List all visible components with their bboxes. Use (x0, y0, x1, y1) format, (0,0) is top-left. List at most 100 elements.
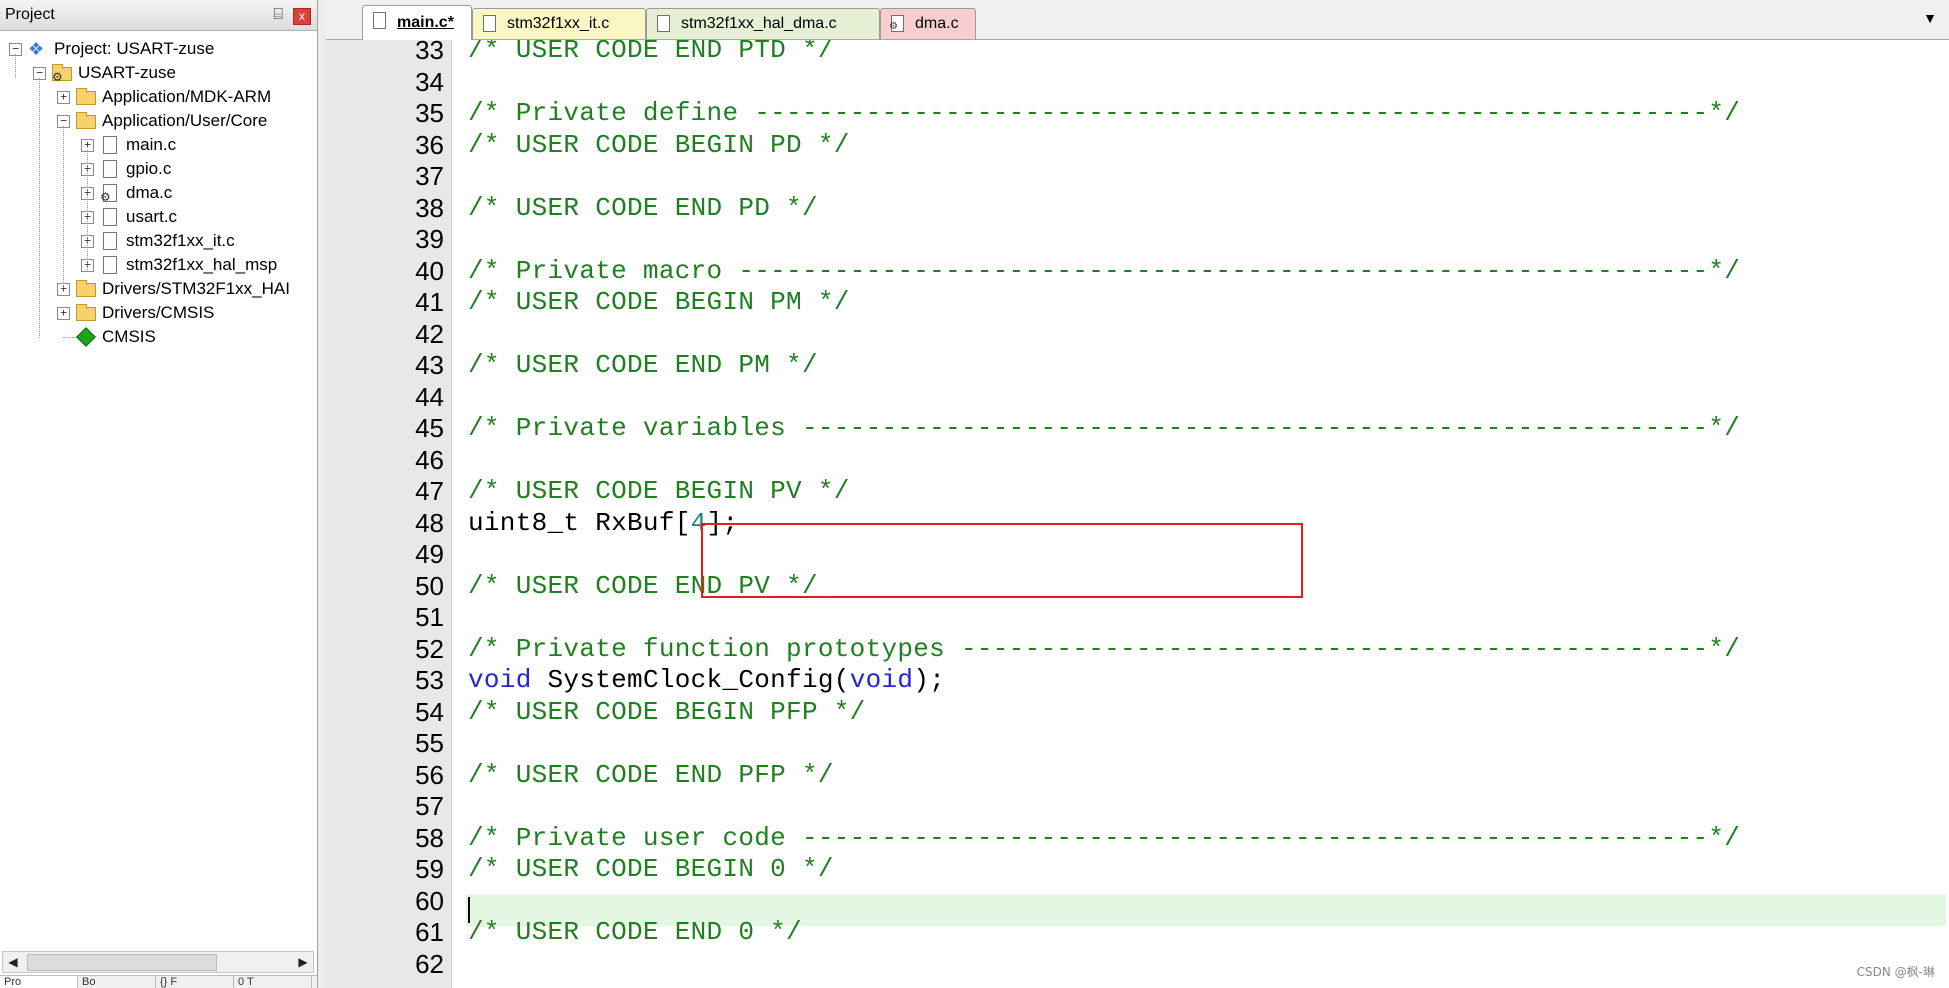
code-text: uint8_t RxBuf[4]; (468, 508, 738, 540)
panel-bottom-tab[interactable]: 0 T (234, 976, 312, 988)
code-text: /* USER CODE END PM */ (468, 350, 818, 382)
code-line[interactable]: 39 (326, 224, 1949, 256)
code-token: /* USER CODE END PM */ (468, 350, 818, 380)
code-line[interactable]: 43 /* USER CODE END PM */ (326, 350, 1949, 382)
line-number: 59 (415, 854, 444, 884)
tree-item[interactable]: + gpio.c (0, 156, 317, 182)
tree-item[interactable]: + stm32f1xx_it.c (0, 228, 317, 254)
tree-item[interactable]: + Drivers/STM32F1xx_HAI (0, 276, 317, 302)
code-token: void (468, 665, 532, 695)
code-line[interactable]: 44 (326, 382, 1949, 414)
code-line[interactable]: 45 /* Private variables -----------------… (326, 413, 1949, 445)
code-line[interactable]: 57 (326, 791, 1949, 823)
code-text: /* USER CODE BEGIN PFP */ (468, 697, 866, 729)
code-token: /* Private function prototypes ---------… (468, 633, 1741, 664)
file-icon (100, 231, 120, 251)
code-line[interactable]: 53 void SystemClock_Config(void); (326, 665, 1949, 697)
editor-tab-label: main.c* (397, 14, 454, 31)
code-token: /* USER CODE END PFP */ (468, 759, 834, 790)
code-token: void (849, 665, 914, 695)
file-icon (483, 15, 496, 32)
line-number: 36 (415, 129, 444, 160)
scrollbar-thumb[interactable] (27, 954, 217, 971)
line-number: 51 (415, 602, 444, 632)
code-text: /* Private macro -----------------------… (468, 256, 1740, 288)
tree-item[interactable]: + Application/MDK-ARM (0, 84, 317, 110)
code-line[interactable]: 56 /* USER CODE END PFP */ (326, 760, 1949, 792)
code-line[interactable]: 42 (326, 319, 1949, 351)
code-line[interactable]: 35 /* Private define --------------------… (326, 98, 1949, 130)
editor-tab[interactable]: stm32f1xx_hal_dma.c (646, 8, 880, 39)
tree-item[interactable]: − ❖ Project: USART-zuse (0, 36, 317, 62)
tree-item[interactable]: + ⚙ dma.c (0, 180, 317, 206)
tree-item-label: USART-zuse (78, 63, 176, 82)
tree-item-label: usart.c (126, 207, 178, 226)
tree-item-label: stm32f1xx_hal_msp (126, 255, 278, 274)
line-number: 40 (415, 255, 444, 286)
code-line[interactable]: 37 (326, 161, 1949, 193)
code-token: /* USER CODE BEGIN PV */ (468, 476, 850, 506)
gear-icon: ⚙ (889, 21, 898, 32)
close-icon[interactable]: x (293, 8, 311, 25)
line-number: 43 (415, 350, 444, 380)
code-line[interactable]: 47 /* USER CODE BEGIN PV */ (326, 476, 1949, 508)
code-line[interactable]: 55 (326, 728, 1949, 760)
code-line[interactable]: 60 (326, 886, 1949, 918)
scroll-right-icon[interactable]: ▶ (293, 952, 313, 972)
code-line[interactable]: 36 /* USER CODE BEGIN PD */ (326, 130, 1949, 162)
scroll-left-icon[interactable]: ◀ (3, 952, 23, 972)
code-token: /* USER CODE END 0 */ (468, 917, 802, 947)
horizontal-scrollbar[interactable]: ◀ ▶ (2, 951, 314, 973)
code-line[interactable]: 52 /* Private function prototypes -------… (326, 634, 1949, 666)
editor-tab[interactable]: ⚙ dma.c (880, 8, 976, 39)
code-line[interactable]: 59 /* USER CODE BEGIN 0 */ (326, 854, 1949, 886)
code-text: /* USER CODE BEGIN PM */ (468, 287, 850, 319)
line-number: 60 (415, 885, 444, 916)
tree-item[interactable]: − Application/User/Core (0, 108, 317, 134)
code-line[interactable]: 46 (326, 445, 1949, 477)
tree-item[interactable]: + usart.c (0, 204, 317, 230)
file-icon (100, 207, 120, 227)
code-text: /* Private variables -------------------… (468, 413, 1740, 445)
line-number: 57 (415, 791, 444, 821)
tree-item[interactable]: − ⚙ USART-zuse (0, 60, 317, 86)
editor-tab[interactable]: main.c* (362, 5, 472, 40)
tree-item[interactable]: CMSIS (0, 324, 317, 350)
code-text: /* Private user code -------------------… (468, 823, 1740, 855)
panel-bottom-tab[interactable]: Bo (78, 976, 156, 988)
code-line[interactable]: 54 /* USER CODE BEGIN PFP */ (326, 697, 1949, 729)
code-line[interactable]: 62 (326, 949, 1949, 981)
tree-item[interactable]: + main.c (0, 132, 317, 158)
panel-bottom-tab[interactable]: {} F (156, 976, 234, 988)
panel-splitter[interactable] (318, 0, 326, 988)
line-number: 46 (415, 444, 444, 475)
expand-icon[interactable]: + (57, 91, 70, 104)
code-line[interactable]: 58 /* Private user code -----------------… (326, 823, 1949, 855)
code-line[interactable]: 61 /* USER CODE END 0 */ (326, 917, 1949, 949)
code-line[interactable]: 38 /* USER CODE END PD */ (326, 193, 1949, 225)
tree-connector (87, 150, 88, 270)
code-token: /* Private define ----------------------… (468, 98, 1741, 128)
tree-item[interactable]: + Drivers/CMSIS (0, 300, 317, 326)
code-line[interactable]: 33 /* USER CODE END PTD */ (326, 40, 1949, 67)
tab-list-dropdown-icon[interactable]: ▼ (1923, 10, 1937, 26)
pin-icon[interactable]: ⌸ (273, 0, 283, 30)
tree-item-label: Drivers/STM32F1xx_HAI (102, 279, 290, 298)
code-text: /* USER CODE BEGIN 0 */ (468, 854, 834, 886)
code-line[interactable]: 41 /* USER CODE BEGIN PM */ (326, 287, 1949, 319)
tree-item[interactable]: + stm32f1xx_hal_msp (0, 252, 317, 278)
code-editor[interactable]: 33 /* USER CODE END PTD */ 34 35 /* Private … (326, 40, 1949, 988)
code-token: SystemClock_Config( (531, 665, 850, 695)
tree-connector (15, 54, 16, 78)
editor-tab-label: stm32f1xx_hal_dma.c (681, 15, 837, 32)
project-panel-header: Project ⌸ x (0, 0, 317, 31)
editor-tab[interactable]: stm32f1xx_it.c (472, 8, 646, 39)
panel-bottom-tab[interactable]: Pro (0, 976, 78, 988)
code-line[interactable]: 51 (326, 602, 1949, 634)
code-line[interactable]: 34 (326, 67, 1949, 99)
expand-icon[interactable]: + (57, 307, 70, 320)
file-icon (657, 15, 670, 32)
project-icon: ❖ (28, 39, 45, 59)
line-number: 41 (415, 287, 444, 317)
code-line[interactable]: 40 /* Private macro ---------------------… (326, 256, 1949, 288)
